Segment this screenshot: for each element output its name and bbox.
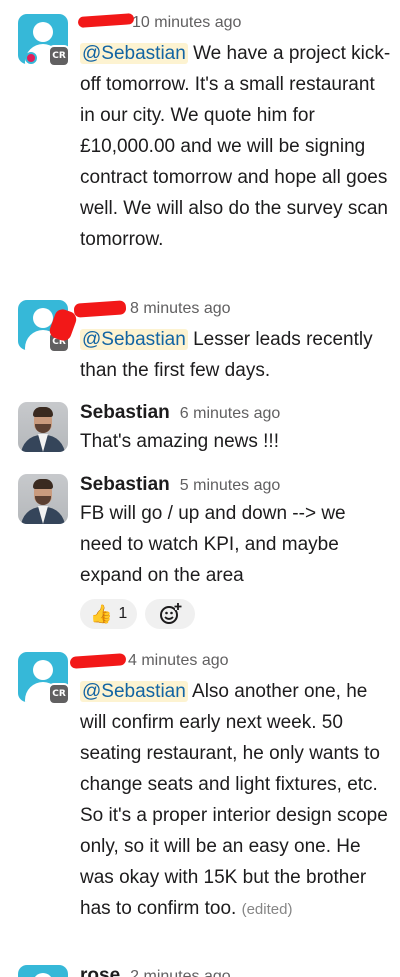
message-text: @Sebastian Lesser leads recently than th… (80, 324, 392, 386)
message-text: That's amazing news !!! (80, 431, 279, 452)
message[interactable]: CR 8 minutes ago @Sebastian Lesser leads… (0, 300, 400, 386)
timestamp[interactable]: 10 minutes ago (132, 14, 241, 32)
add-reaction-icon (160, 603, 182, 624)
message[interactable]: CR 10 minutes ago @Sebastian We have a p… (0, 13, 400, 255)
message-text: @Sebastian Also another one, he will con… (80, 676, 392, 925)
message[interactable]: Sebastian 6 minutes ago That's amazing n… (0, 402, 400, 457)
mention-link[interactable]: @Sebastian (80, 681, 188, 702)
message-body: We have a project kick-off tomorrow. It'… (80, 43, 391, 250)
avatar[interactable] (18, 965, 68, 977)
message-feed: CR 10 minutes ago @Sebastian We have a p… (0, 0, 400, 977)
redaction-mark (77, 13, 135, 28)
message-text: @Sebastian We have a project kick-off to… (80, 38, 392, 255)
avatar-badge: CR (48, 683, 70, 705)
add-reaction-button[interactable] (145, 599, 196, 629)
timestamp[interactable]: 8 minutes ago (130, 300, 231, 318)
author-name[interactable]: Sebastian (80, 402, 170, 424)
presence-dot (25, 52, 37, 64)
reaction-pill[interactable]: 👍 1 (80, 599, 138, 629)
timestamp[interactable]: 5 minutes ago (180, 477, 281, 495)
avatar[interactable] (18, 474, 68, 524)
avatar[interactable] (18, 402, 68, 452)
mention-link[interactable]: @Sebastian (80, 43, 188, 64)
reaction-count: 1 (118, 605, 128, 622)
message-text: FB will go / up and down --> we need to … (80, 503, 346, 586)
timestamp[interactable]: 6 minutes ago (180, 405, 281, 423)
author-name[interactable]: Sebastian (80, 474, 170, 496)
message-body: Also another one, he will confirm early … (80, 681, 388, 919)
timestamp[interactable]: 4 minutes ago (128, 652, 229, 670)
redaction-mark (69, 653, 127, 669)
timestamp[interactable]: 2 minutes ago (130, 968, 231, 977)
mention-link[interactable]: @Sebastian (80, 329, 188, 350)
avatar-badge: CR (48, 45, 70, 67)
thumbs-up-icon: 👍 (90, 603, 113, 624)
author-name[interactable]: rose (80, 965, 120, 977)
reactions-bar: 👍 1 (80, 599, 392, 629)
message[interactable]: rose 2 minutes ago (0, 965, 400, 977)
redaction-mark (73, 300, 127, 318)
message[interactable]: Sebastian 5 minutes ago FB will go / up … (0, 474, 400, 633)
message[interactable]: CR 4 minutes ago @Sebastian Also another… (0, 652, 400, 925)
edited-label: (edited) (241, 901, 293, 918)
